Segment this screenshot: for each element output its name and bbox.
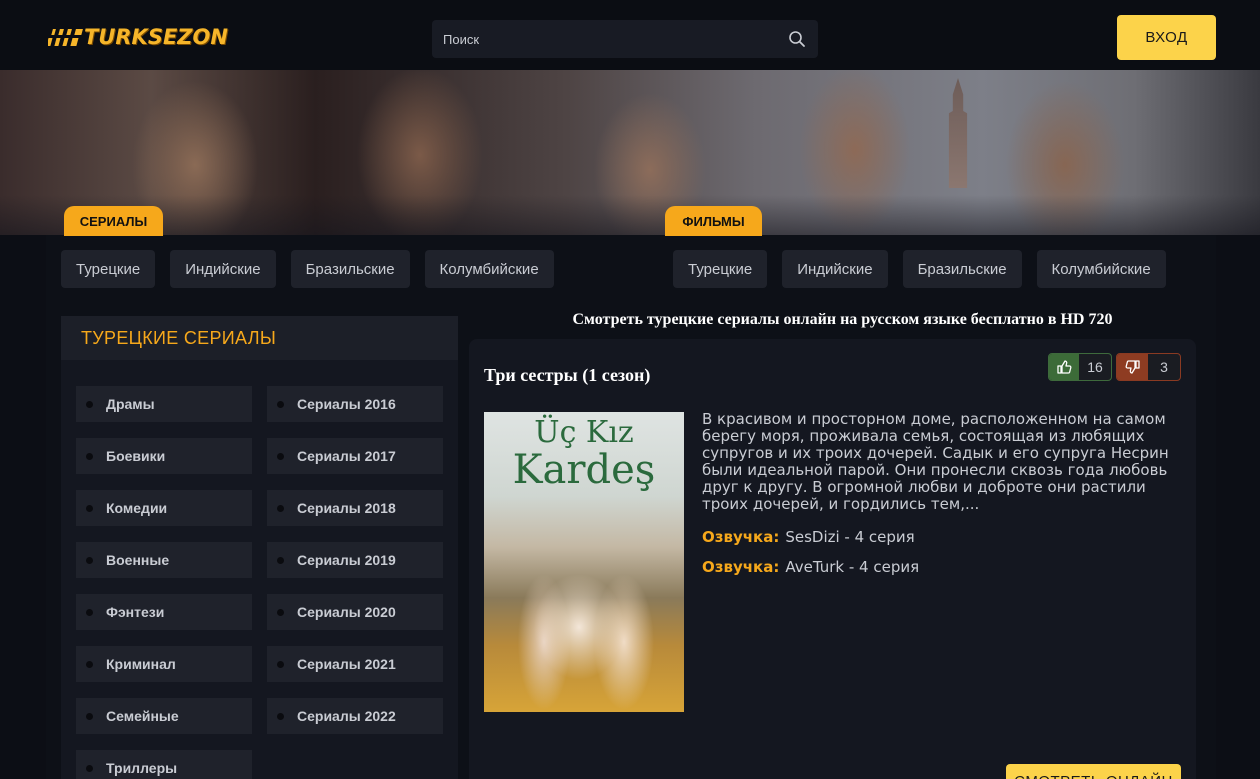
search-icon[interactable] xyxy=(788,30,806,48)
film-category-turkish[interactable]: Турецкие xyxy=(673,250,768,288)
page-title: Смотреть турецкие сериалы онлайн на русс… xyxy=(572,311,1113,328)
genre-link[interactable]: Сериалы 2021 xyxy=(267,646,443,682)
series-title[interactable]: Три сестры (1 сезон) xyxy=(484,365,650,386)
genre-link[interactable]: Семейные xyxy=(76,698,252,734)
site-logo[interactable]: TURKSEZON xyxy=(46,24,248,50)
genre-link[interactable]: Военные xyxy=(76,542,252,578)
voiceover-label: Озвучка: xyxy=(702,558,780,576)
bullet-icon xyxy=(86,557,93,564)
bullet-icon xyxy=(277,609,284,616)
watch-online-button[interactable]: СМОТРЕТЬ ОНЛАЙН xyxy=(1006,764,1181,779)
film-category-brazilian[interactable]: Бразильские xyxy=(902,250,1022,288)
tab-films[interactable]: ФИЛЬМЫ xyxy=(665,206,762,236)
voiceover-info: Озвучка: SesDizi - 4 серия xyxy=(702,528,915,546)
bullet-icon xyxy=(277,661,284,668)
genre-link[interactable]: Сериалы 2019 xyxy=(267,542,443,578)
thumbs-up-icon xyxy=(1049,354,1079,380)
voiceover-value: SesDizi - 4 серия xyxy=(785,528,915,546)
serial-category-colombian[interactable]: Колумбийские xyxy=(424,250,554,288)
voiceover-label: Озвучка: xyxy=(702,528,780,546)
dislike-button[interactable]: 3 xyxy=(1116,353,1181,381)
bullet-icon xyxy=(277,557,284,564)
serial-category-nav: Турецкие Индийские Бразильские Колумбийс… xyxy=(61,250,554,288)
genre-link[interactable]: Сериалы 2016 xyxy=(267,386,443,422)
genre-link[interactable]: Триллеры xyxy=(76,750,252,779)
series-card: Три сестры (1 сезон) 16 3 Üç Kız Kardeş … xyxy=(469,339,1196,779)
bullet-icon xyxy=(86,713,93,720)
film-category-nav: Турецкие Индийские Бразильские Колумбийс… xyxy=(673,250,1166,288)
genre-link[interactable]: Сериалы 2020 xyxy=(267,594,443,630)
tab-serials[interactable]: СЕРИАЛЫ xyxy=(64,206,163,236)
film-category-indian[interactable]: Индийские xyxy=(782,250,888,288)
genre-link[interactable]: Фэнтези xyxy=(76,594,252,630)
logo-text: TURKSEZON xyxy=(84,25,228,49)
main-container: Турецкие Индийские Бразильские Колумбийс… xyxy=(46,235,1216,779)
serial-category-brazilian[interactable]: Бразильские xyxy=(290,250,410,288)
genre-link[interactable]: Криминал xyxy=(76,646,252,682)
bullet-icon xyxy=(86,661,93,668)
film-category-colombian[interactable]: Колумбийские xyxy=(1036,250,1166,288)
bullet-icon xyxy=(86,609,93,616)
genre-link[interactable]: Сериалы 2022 xyxy=(267,698,443,734)
sidebar-title: ТУРЕЦКИЕ СЕРИАЛЫ xyxy=(61,316,458,360)
series-poster[interactable]: Üç Kız Kardeş xyxy=(484,412,684,712)
bullet-icon xyxy=(86,453,93,460)
voiceover-info: Озвучка: AveTurk - 4 серия xyxy=(702,558,919,576)
poster-title: Üç Kız Kardeş xyxy=(512,415,656,493)
hero-banner xyxy=(0,70,1260,235)
thumbs-down-icon xyxy=(1117,354,1148,380)
genre-link[interactable]: Сериалы 2018 xyxy=(267,490,443,526)
clapperboard-icon xyxy=(46,25,84,49)
serial-category-indian[interactable]: Индийские xyxy=(170,250,276,288)
bullet-icon xyxy=(86,505,93,512)
genre-link[interactable]: Драмы xyxy=(76,386,252,422)
bullet-icon xyxy=(277,713,284,720)
search-input[interactable] xyxy=(432,20,772,58)
series-description: В красивом и просторном доме, расположен… xyxy=(702,410,1169,513)
serial-category-turkish[interactable]: Турецкие xyxy=(61,250,156,288)
genre-sidebar: ТУРЕЦКИЕ СЕРИАЛЫ Драмы Сериалы 2016 Боев… xyxy=(61,316,458,779)
search-box xyxy=(432,20,818,58)
genre-link[interactable]: Комедии xyxy=(76,490,252,526)
login-button[interactable]: ВХОД xyxy=(1117,15,1216,60)
galata-tower-image xyxy=(948,78,968,188)
genre-list: Драмы Сериалы 2016 Боевики Сериалы 2017 … xyxy=(76,386,443,779)
header: TURKSEZON ВХОД xyxy=(0,0,1260,70)
bullet-icon xyxy=(277,505,284,512)
bullet-icon xyxy=(277,453,284,460)
voiceover-value: AveTurk - 4 серия xyxy=(785,558,920,576)
genre-link[interactable]: Боевики xyxy=(76,438,252,474)
dislike-count: 3 xyxy=(1160,359,1168,375)
like-button[interactable]: 16 xyxy=(1048,353,1112,381)
genre-link[interactable]: Сериалы 2017 xyxy=(267,438,443,474)
bullet-icon xyxy=(86,401,93,408)
like-count: 16 xyxy=(1087,359,1103,375)
bullet-icon xyxy=(86,765,93,772)
bullet-icon xyxy=(277,401,284,408)
